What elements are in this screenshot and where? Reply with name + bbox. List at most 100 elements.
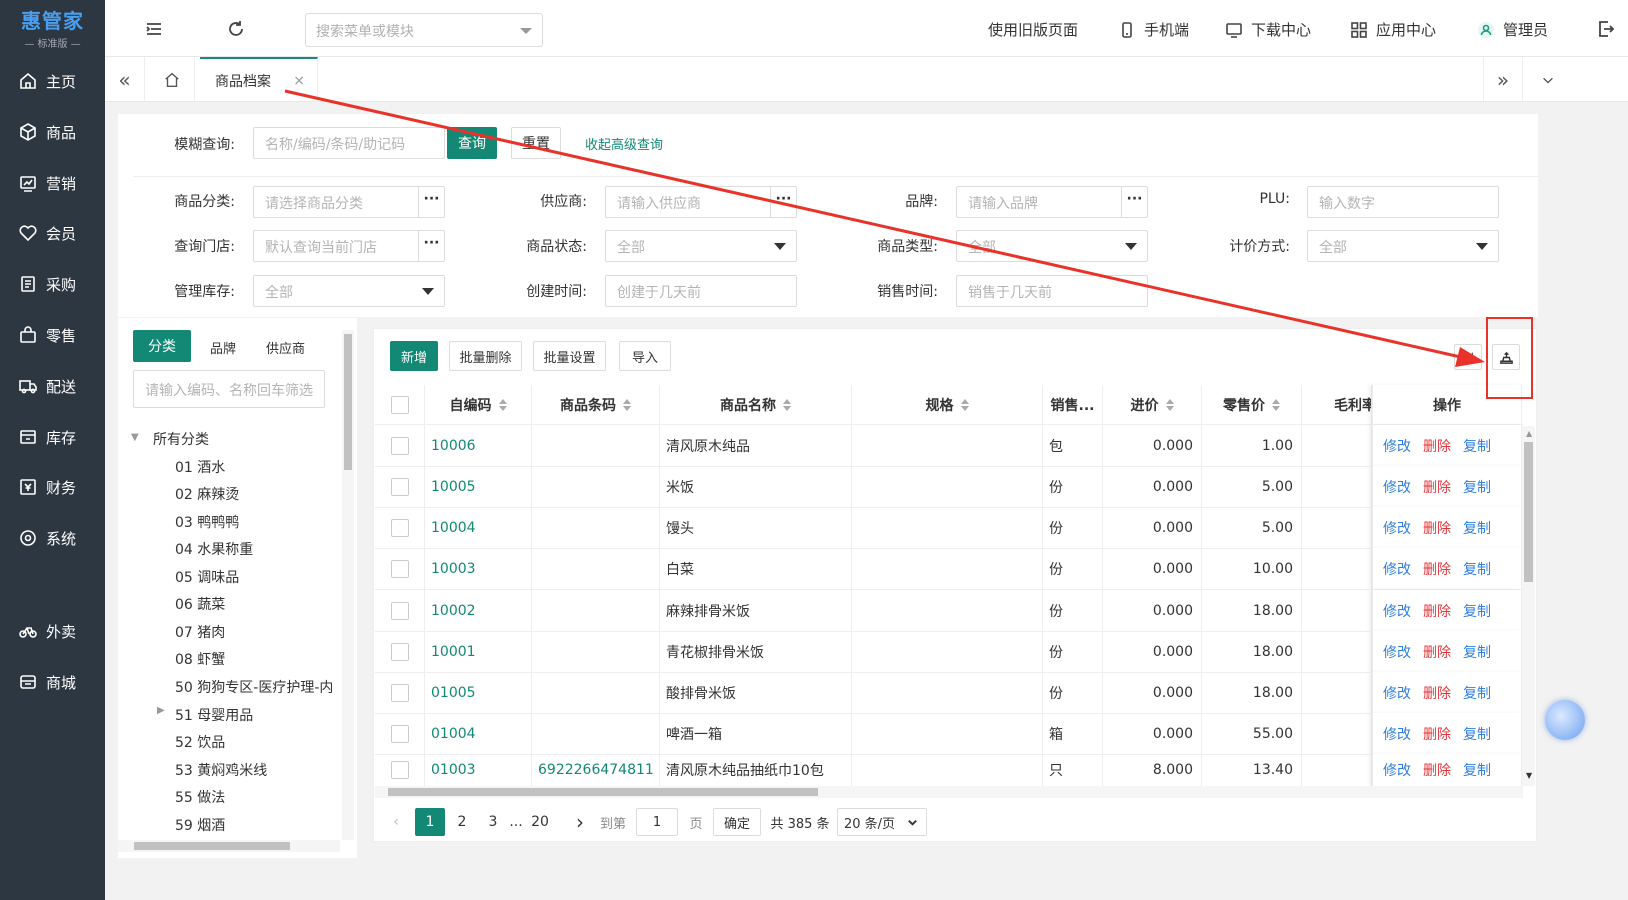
assistant-bubble[interactable]: [1545, 700, 1585, 740]
cell-code[interactable]: 10005: [425, 466, 532, 507]
tab-product-archive[interactable]: 商品档案 ×: [200, 57, 318, 102]
row-checkbox[interactable]: [390, 559, 409, 578]
copy-link[interactable]: 复制: [1463, 724, 1491, 744]
copy-link[interactable]: 复制: [1463, 642, 1491, 662]
tree-item[interactable]: 53 黄焖鸡米线: [175, 760, 267, 780]
cell-barcode[interactable]: [532, 631, 660, 672]
more-icon[interactable]: ···: [418, 231, 444, 261]
delete-link[interactable]: 删除: [1423, 559, 1451, 579]
brand-input[interactable]: 请输入品牌 ···: [956, 186, 1148, 218]
tree-item[interactable]: 08 虾蟹: [175, 649, 225, 669]
col-price[interactable]: 零售价: [1202, 385, 1302, 425]
menu-toggle-icon[interactable]: [143, 18, 165, 40]
plu-input[interactable]: 输入数字: [1307, 186, 1499, 218]
cell-code[interactable]: 10004: [425, 507, 532, 548]
sort-icon[interactable]: [1165, 399, 1174, 411]
tab-category[interactable]: 分类: [133, 330, 191, 362]
cell-barcode[interactable]: [532, 713, 660, 754]
sort-icon[interactable]: [623, 399, 631, 411]
col-spec[interactable]: 规格: [852, 385, 1043, 425]
collapse-advanced-link[interactable]: 收起高级查询: [585, 134, 663, 153]
page-size-select[interactable]: 20 条/页: [837, 808, 927, 836]
tree-item[interactable]: 50 狗狗专区-医疗护理-内: [175, 677, 333, 697]
page-1[interactable]: 1: [415, 808, 445, 836]
col-code[interactable]: 自编码: [425, 385, 532, 425]
brand-logo[interactable]: 惠管家 — 标准版 —: [0, 0, 105, 55]
tabs-scroll-right-icon[interactable]: »: [1483, 57, 1523, 102]
query-button[interactable]: 查询: [447, 127, 497, 159]
delete-link[interactable]: 删除: [1423, 477, 1451, 497]
col-unit[interactable]: 销售...: [1043, 385, 1103, 425]
user-menu[interactable]: 管理员: [1477, 19, 1548, 40]
download-center-link[interactable]: 下载中心: [1225, 19, 1311, 40]
supplier-input[interactable]: 请输入供应商 ···: [605, 186, 797, 218]
tab-brand[interactable]: 品牌: [210, 338, 236, 357]
sidebar-item-marketing[interactable]: 营销: [0, 163, 105, 203]
expand-icon[interactable]: ▶: [157, 705, 165, 716]
prev-page-icon[interactable]: ‹: [386, 808, 406, 836]
tree-item[interactable]: 03 鸭鸭鸭: [175, 512, 239, 532]
next-page-icon[interactable]: ›: [570, 808, 590, 836]
tabs-dropdown-icon[interactable]: [1528, 57, 1568, 102]
sidebar-item-system[interactable]: 系统: [0, 518, 105, 558]
batch-delete-button[interactable]: 批量删除: [449, 341, 522, 371]
delete-link[interactable]: 删除: [1423, 601, 1451, 621]
tree-root[interactable]: 所有分类: [153, 429, 209, 449]
cell-code[interactable]: 10002: [425, 590, 532, 631]
sort-icon[interactable]: [498, 399, 507, 411]
cell-barcode[interactable]: 6922266474811: [532, 754, 660, 786]
edit-link[interactable]: 修改: [1383, 518, 1411, 538]
fuzzy-query-input[interactable]: 名称/编码/条码/助记码: [253, 127, 445, 159]
tab-supplier[interactable]: 供应商: [266, 338, 305, 357]
edit-link[interactable]: 修改: [1383, 477, 1411, 497]
sort-icon[interactable]: [960, 399, 969, 411]
sort-icon[interactable]: [783, 399, 791, 411]
import-button[interactable]: 导入: [619, 341, 671, 371]
edit-link[interactable]: 修改: [1383, 724, 1411, 744]
export-icon[interactable]: [1492, 344, 1520, 370]
tree-item[interactable]: 05 调味品: [175, 567, 239, 587]
category-input[interactable]: 请选择商品分类 ···: [253, 186, 445, 218]
mobile-link[interactable]: 手机端: [1118, 19, 1189, 40]
batch-set-button[interactable]: 批量设置: [533, 341, 606, 371]
sold-input[interactable]: 销售于几天前: [956, 275, 1148, 307]
sidebar-item-finance[interactable]: 财务: [0, 467, 105, 507]
col-cost[interactable]: 进价: [1103, 385, 1202, 425]
store-input[interactable]: 默认查询当前门店 ···: [253, 230, 445, 262]
scroll-up-icon[interactable]: ▲: [1526, 429, 1532, 438]
category-filter-input[interactable]: 请输入编码、名称回车筛选: [133, 370, 325, 408]
edit-link[interactable]: 修改: [1383, 642, 1411, 662]
cell-barcode[interactable]: [532, 425, 660, 466]
sidebar-item-members[interactable]: 会员: [0, 213, 105, 253]
copy-link[interactable]: 复制: [1463, 601, 1491, 621]
sidebar-item-takeout[interactable]: 外卖: [0, 611, 105, 651]
tree-item[interactable]: 55 做法: [175, 787, 225, 807]
row-checkbox[interactable]: [390, 642, 409, 661]
col-name[interactable]: 商品名称: [660, 385, 852, 425]
copy-link[interactable]: 复制: [1463, 518, 1491, 538]
stock-select[interactable]: 全部: [253, 275, 445, 307]
delete-link[interactable]: 删除: [1423, 436, 1451, 456]
table-vscrollbar-thumb[interactable]: [1524, 442, 1533, 582]
copy-link[interactable]: 复制: [1463, 436, 1491, 456]
cell-barcode[interactable]: [532, 466, 660, 507]
delete-link[interactable]: 删除: [1423, 642, 1451, 662]
old-version-link[interactable]: 使用旧版页面: [988, 19, 1078, 40]
logout-icon[interactable]: [1595, 18, 1617, 40]
tree-item[interactable]: 51 母婴用品: [175, 705, 253, 725]
column-settings-icon[interactable]: [1454, 344, 1482, 370]
type-select[interactable]: 全部: [956, 230, 1148, 262]
copy-link[interactable]: 复制: [1463, 760, 1491, 780]
goto-confirm-button[interactable]: 确定: [713, 808, 761, 836]
sidebar-item-delivery[interactable]: 配送: [0, 366, 105, 406]
sidebar-item-retail[interactable]: 零售: [0, 315, 105, 355]
row-checkbox[interactable]: [390, 683, 409, 702]
cell-barcode[interactable]: [532, 548, 660, 589]
tabs-scroll-left-icon[interactable]: «: [105, 57, 145, 102]
sidebar-item-purchase[interactable]: 采购: [0, 264, 105, 304]
edit-link[interactable]: 修改: [1383, 601, 1411, 621]
app-center-link[interactable]: 应用中心: [1350, 19, 1436, 40]
sidebar-item-mall[interactable]: 商城: [0, 662, 105, 702]
sidebar-item-inventory[interactable]: 库存: [0, 417, 105, 457]
edit-link[interactable]: 修改: [1383, 559, 1411, 579]
